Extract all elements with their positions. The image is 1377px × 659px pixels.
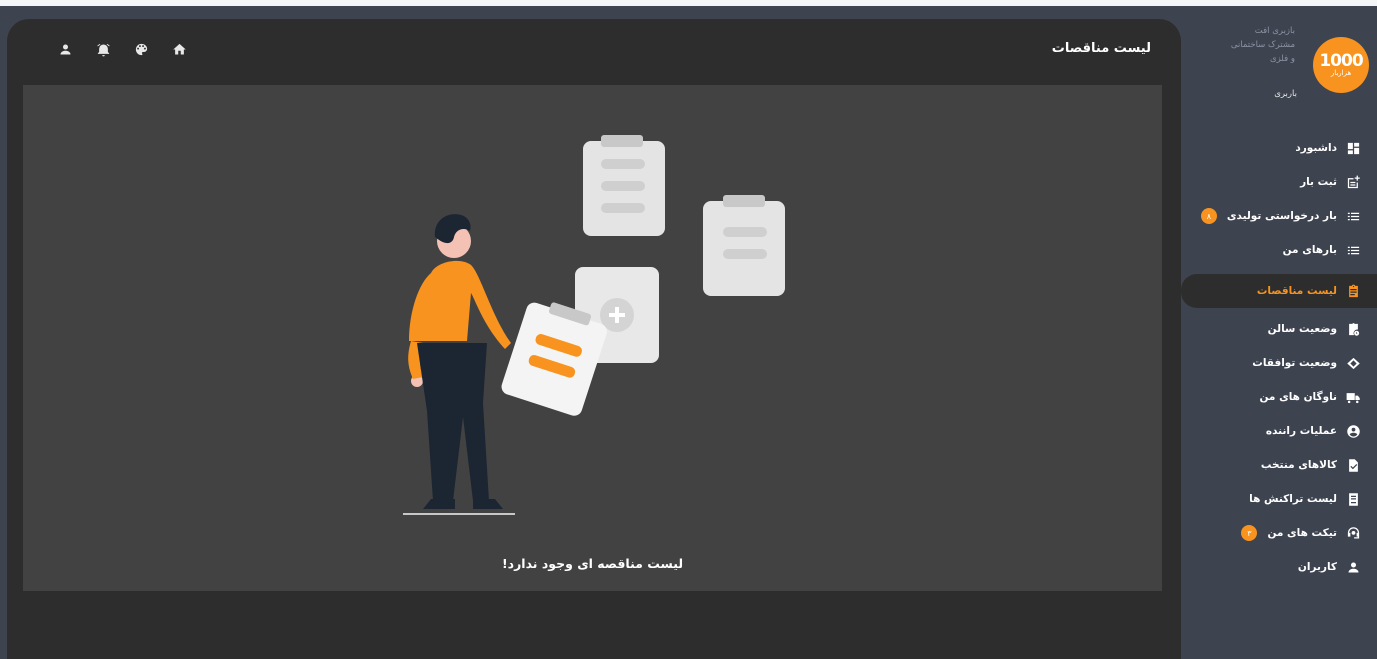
handshake-icon [1345, 355, 1361, 371]
page-title: لیست مناقصات [1051, 41, 1151, 56]
sidebar-item-tickets[interactable]: تیکت های من ۳ [1181, 516, 1377, 550]
sidebar-item-my-loads[interactable]: بارهای من [1181, 233, 1377, 267]
sidebar-menu-active: لیست مناقصات [1181, 274, 1377, 308]
browser-top-strip [0, 0, 1377, 6]
sidebar-item-post-load[interactable]: ثبت بار [1181, 165, 1377, 199]
sidebar-item-hall-status[interactable]: وضعیت سالن [1181, 312, 1377, 346]
app-logo[interactable]: 1000 هزاربار [1313, 37, 1369, 93]
truck-icon [1345, 389, 1361, 405]
header-toolbar [53, 37, 191, 61]
support-agent-icon [1345, 525, 1361, 541]
post-add-icon [1345, 174, 1361, 190]
assignment-icon [1345, 283, 1361, 299]
sidebar-menu-top: داشبورد ثبت بار بار درخواستی تولیدی ۸ با… [1181, 131, 1377, 267]
sidebar-item-my-fleet[interactable]: ناوگان های من [1181, 380, 1377, 414]
tickets-badge: ۳ [1241, 525, 1258, 541]
sidebar-item-tenders[interactable]: لیست مناقصات [1181, 274, 1377, 308]
clipboard-right [703, 195, 785, 296]
sidebar: بازبری افت مشترک ساختمانی و فلزی باربری … [1181, 6, 1377, 659]
list-icon [1345, 242, 1361, 258]
main-panel: لیست مناقصات لیست مناقصه ای وجود ندارد! [7, 19, 1181, 659]
list-icon [1345, 208, 1361, 224]
sidebar-menu-bottom: وضعیت سالن وضعیت توافقات ناوگان های من ع… [1181, 312, 1377, 584]
dashboard-icon [1345, 140, 1361, 156]
receipt-icon [1345, 491, 1361, 507]
sidebar-item-requested-loads[interactable]: بار درخواستی تولیدی ۸ [1181, 199, 1377, 233]
clipboard-top [583, 135, 665, 236]
clipboard-clock-icon [1345, 321, 1361, 337]
empty-state-illustration [403, 135, 785, 515]
requested-loads-badge: ۸ [1200, 208, 1217, 224]
company-name: بازبری افت مشترک ساختمانی و فلزی [1230, 26, 1295, 64]
person-figure [403, 214, 515, 515]
sidebar-item-selected-goods[interactable]: کالاهای منتخب [1181, 448, 1377, 482]
alarm-icon[interactable] [91, 37, 115, 61]
sidebar-item-driver-ops[interactable]: عملیات راننده [1181, 414, 1377, 448]
palette-icon[interactable] [129, 37, 153, 61]
empty-state-message: لیست مناقصه ای وجود ندارد! [501, 556, 684, 571]
user-role: باربری [1274, 89, 1297, 99]
sidebar-item-transactions[interactable]: لیست تراکنش ها [1181, 482, 1377, 516]
sidebar-item-dashboard[interactable]: داشبورد [1181, 131, 1377, 165]
user-icon[interactable] [53, 37, 77, 61]
sidebar-item-agreements[interactable]: وضعیت توافقات [1181, 346, 1377, 380]
sidebar-item-users[interactable]: کاربران [1181, 550, 1377, 584]
content-area: لیست مناقصه ای وجود ندارد! [23, 85, 1162, 591]
account-circle-icon [1345, 423, 1361, 439]
person-icon [1345, 559, 1361, 575]
home-icon[interactable] [167, 37, 191, 61]
file-check-icon [1345, 457, 1361, 473]
